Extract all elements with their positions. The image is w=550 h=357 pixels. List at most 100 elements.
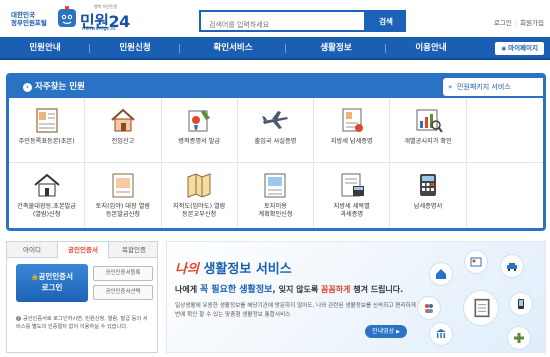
service-move-in[interactable]: 전입신고 bbox=[85, 98, 162, 163]
document-circle bbox=[463, 290, 499, 326]
house-circle bbox=[429, 262, 453, 286]
service-label: 지방세 납세증명 bbox=[330, 138, 373, 145]
login-tabs: 아이디 공인인증서 복합인증 bbox=[7, 242, 159, 259]
subtitle-part: 잊지 않도록 bbox=[275, 285, 321, 294]
people-circle bbox=[417, 296, 441, 320]
logo-portal-name[interactable]: 대한민국 정부민원포털 bbox=[11, 11, 53, 27]
subtitle-part: 나에게 bbox=[175, 285, 200, 294]
car-icon bbox=[507, 263, 517, 272]
service-military-record[interactable]: 병적증명서 발급 bbox=[161, 98, 238, 163]
building-register-icon bbox=[33, 173, 60, 197]
guide-video-button[interactable]: 안내영상 ▶ bbox=[365, 325, 407, 338]
resident-register-icon bbox=[36, 108, 58, 133]
register-cert-button[interactable]: 공인인증서등록 bbox=[93, 266, 153, 281]
search-box bbox=[199, 10, 366, 34]
arrow-circle-icon: › bbox=[23, 83, 32, 92]
service-label: 토지이용 계획확인신청 bbox=[258, 203, 293, 218]
frequent-services-panel: ›자주찾는 민원 민원패키지 서비스 주민등록표등본(초본) 전입신고 bbox=[6, 73, 546, 231]
bank-icon bbox=[436, 329, 446, 338]
search-input[interactable] bbox=[201, 16, 364, 34]
service-label: 병적증명서 발급 bbox=[178, 138, 221, 145]
service-local-tax-payment[interactable]: 지방세 납세증명 bbox=[314, 98, 391, 163]
subtitle-emphasis: 꼼꼼하게 bbox=[320, 285, 351, 294]
service-resident-register[interactable]: 주민등록표등본(초본) bbox=[9, 98, 86, 163]
login-box: 아이디 공인인증서 복합인증 🔒공인인증서 로그인 공인인증서등록 공인인증서선… bbox=[6, 241, 158, 353]
phone-circle bbox=[509, 292, 533, 316]
mypage-button[interactable]: ▣ 마이페이지 bbox=[495, 42, 544, 55]
tab-multi-auth[interactable]: 복합인증 bbox=[109, 242, 159, 258]
nav-item-life-info[interactable]: 생활정보 bbox=[286, 37, 386, 60]
medical-circle bbox=[507, 326, 531, 350]
nav-item-usage[interactable]: 이용안내 bbox=[386, 37, 476, 60]
frequent-services-header: ›자주찾는 민원 민원패키지 서비스 bbox=[9, 76, 543, 98]
nav-item-guide[interactable]: 민원안내 bbox=[0, 37, 90, 60]
cadastral-map-icon bbox=[187, 173, 211, 198]
mypage-label: 마이페이지 bbox=[508, 44, 538, 52]
calculator-icon bbox=[420, 174, 437, 196]
service-label: 지적도(임야도) 열람 등본교부신청 bbox=[173, 203, 226, 218]
service-label: 전입신고 bbox=[111, 138, 135, 145]
military-record-icon bbox=[188, 110, 211, 132]
service-empty bbox=[466, 98, 543, 163]
service-label: 납세증명서 bbox=[413, 203, 443, 210]
mypage-icon: ▣ bbox=[501, 46, 507, 52]
service-cadastral-map[interactable]: 지적도(임야도) 열람 등본교부신청 bbox=[162, 163, 238, 228]
top-links: 로그인 | 회원가입 bbox=[488, 17, 544, 27]
car-circle bbox=[500, 254, 524, 278]
tab-id-login[interactable]: 아이디 bbox=[7, 242, 57, 258]
service-tax-payment-cert[interactable]: 납세증명서 bbox=[390, 163, 467, 228]
bank-circle bbox=[429, 322, 453, 346]
phone-icon bbox=[518, 299, 524, 309]
cert-login-button[interactable]: 🔒공인인증서 로그인 bbox=[16, 264, 88, 302]
login-link[interactable]: 로그인 bbox=[494, 19, 512, 27]
land-use-plan-icon bbox=[264, 173, 286, 198]
people-icon bbox=[425, 304, 433, 313]
service-label: 토지(임야) 대장 열람 등본발급신청 bbox=[95, 203, 151, 218]
tab-cert-login[interactable]: 공인인증서 bbox=[57, 242, 109, 259]
id-card-icon bbox=[470, 257, 482, 267]
login-note: ! 공인인증서로 로그인하시면, 민원신청, 열람, 발급 등의 서비스를 별도의… bbox=[16, 316, 152, 331]
cert-login-label: 공인인증서 로그인 bbox=[38, 272, 73, 292]
signup-link[interactable]: 회원가입 bbox=[520, 19, 544, 27]
select-cert-button[interactable]: 공인인증서선택 bbox=[93, 285, 153, 300]
service-building-register[interactable]: 건축물대장등.초본발급 (열람)신청 bbox=[9, 163, 86, 228]
life-info-description: 일상생활에 유용한 생활정보를 해당기관에 방문하지 않아도, 나와 관련된 생… bbox=[175, 303, 423, 318]
life-info-banner[interactable]: 나의 생활정보 서비스 나에게 꼭 필요한 생활정보, 잊지 않도록 꼼꼼하게 … bbox=[166, 241, 546, 353]
service-empty bbox=[467, 163, 543, 228]
header: 대한민국 정부민원포털 행복 자연민원 민원24 minwon.go.kr 검색… bbox=[0, 0, 550, 36]
airplane-icon bbox=[262, 111, 289, 129]
guide-video-label: 안내영상 bbox=[372, 328, 395, 335]
id-card-circle bbox=[464, 250, 488, 274]
land-register-icon bbox=[112, 173, 134, 198]
service-land-price[interactable]: 개별공시지가 확인 bbox=[390, 98, 467, 163]
search-button[interactable]: 검색 bbox=[366, 10, 406, 32]
login-note-text: 공인인증서로 로그인하시면, 민원신청, 열람, 발급 등의 서비스를 별도의 … bbox=[16, 316, 148, 330]
main-nav: 민원안내 민원신청 확인서비스 생활정보 이용안내 ▣ 마이페이지 bbox=[0, 37, 550, 60]
subtitle-part: 챙겨 드립니다. bbox=[350, 285, 404, 294]
service-label: 주민등록표등본(초본) bbox=[18, 138, 75, 145]
service-label: 지방세 세목별 과세증명 bbox=[333, 203, 370, 218]
info-icon: ! bbox=[16, 316, 21, 321]
service-immigration[interactable]: 출입국 사실증명 bbox=[237, 98, 315, 163]
service-label: 건축물대장등.초본발급 (열람)신청 bbox=[17, 203, 77, 218]
service-land-use-plan[interactable]: 토지이용 계획확인신청 bbox=[238, 163, 315, 228]
play-icon: ▶ bbox=[396, 329, 400, 335]
nav-item-apply[interactable]: 민원신청 bbox=[90, 37, 180, 60]
frequent-services-title: › 자주찾는 민원 bbox=[23, 80, 85, 92]
land-price-icon bbox=[416, 109, 443, 133]
subtitle-highlight: 꼭 필요한 생활정보, bbox=[199, 285, 276, 295]
logo-mascot-icon[interactable] bbox=[56, 6, 78, 30]
logo-url: minwon.go.kr bbox=[82, 26, 117, 32]
service-label: 출입국 사실증명 bbox=[254, 138, 297, 145]
life-info-subtitle: 나에게 꼭 필요한 생활정보, 잊지 않도록 꼼꼼하게 챙겨 드립니다. bbox=[175, 282, 403, 295]
nav-item-verify[interactable]: 확인서비스 bbox=[180, 37, 286, 60]
package-service-tab[interactable]: 민원패키지 서비스 bbox=[443, 78, 543, 96]
service-tax-item[interactable]: 지방세 세목별 과세증명 bbox=[314, 163, 391, 228]
medical-icon bbox=[514, 333, 524, 343]
service-land-register[interactable]: 토지(임야) 대장 열람 등본발급신청 bbox=[85, 163, 162, 228]
tax-certificate-icon bbox=[342, 108, 363, 132]
house-icon bbox=[436, 269, 446, 279]
document-icon bbox=[474, 298, 490, 318]
life-title-text: 생활정보 서비스 bbox=[203, 262, 292, 277]
house-move-in-icon bbox=[111, 108, 135, 132]
